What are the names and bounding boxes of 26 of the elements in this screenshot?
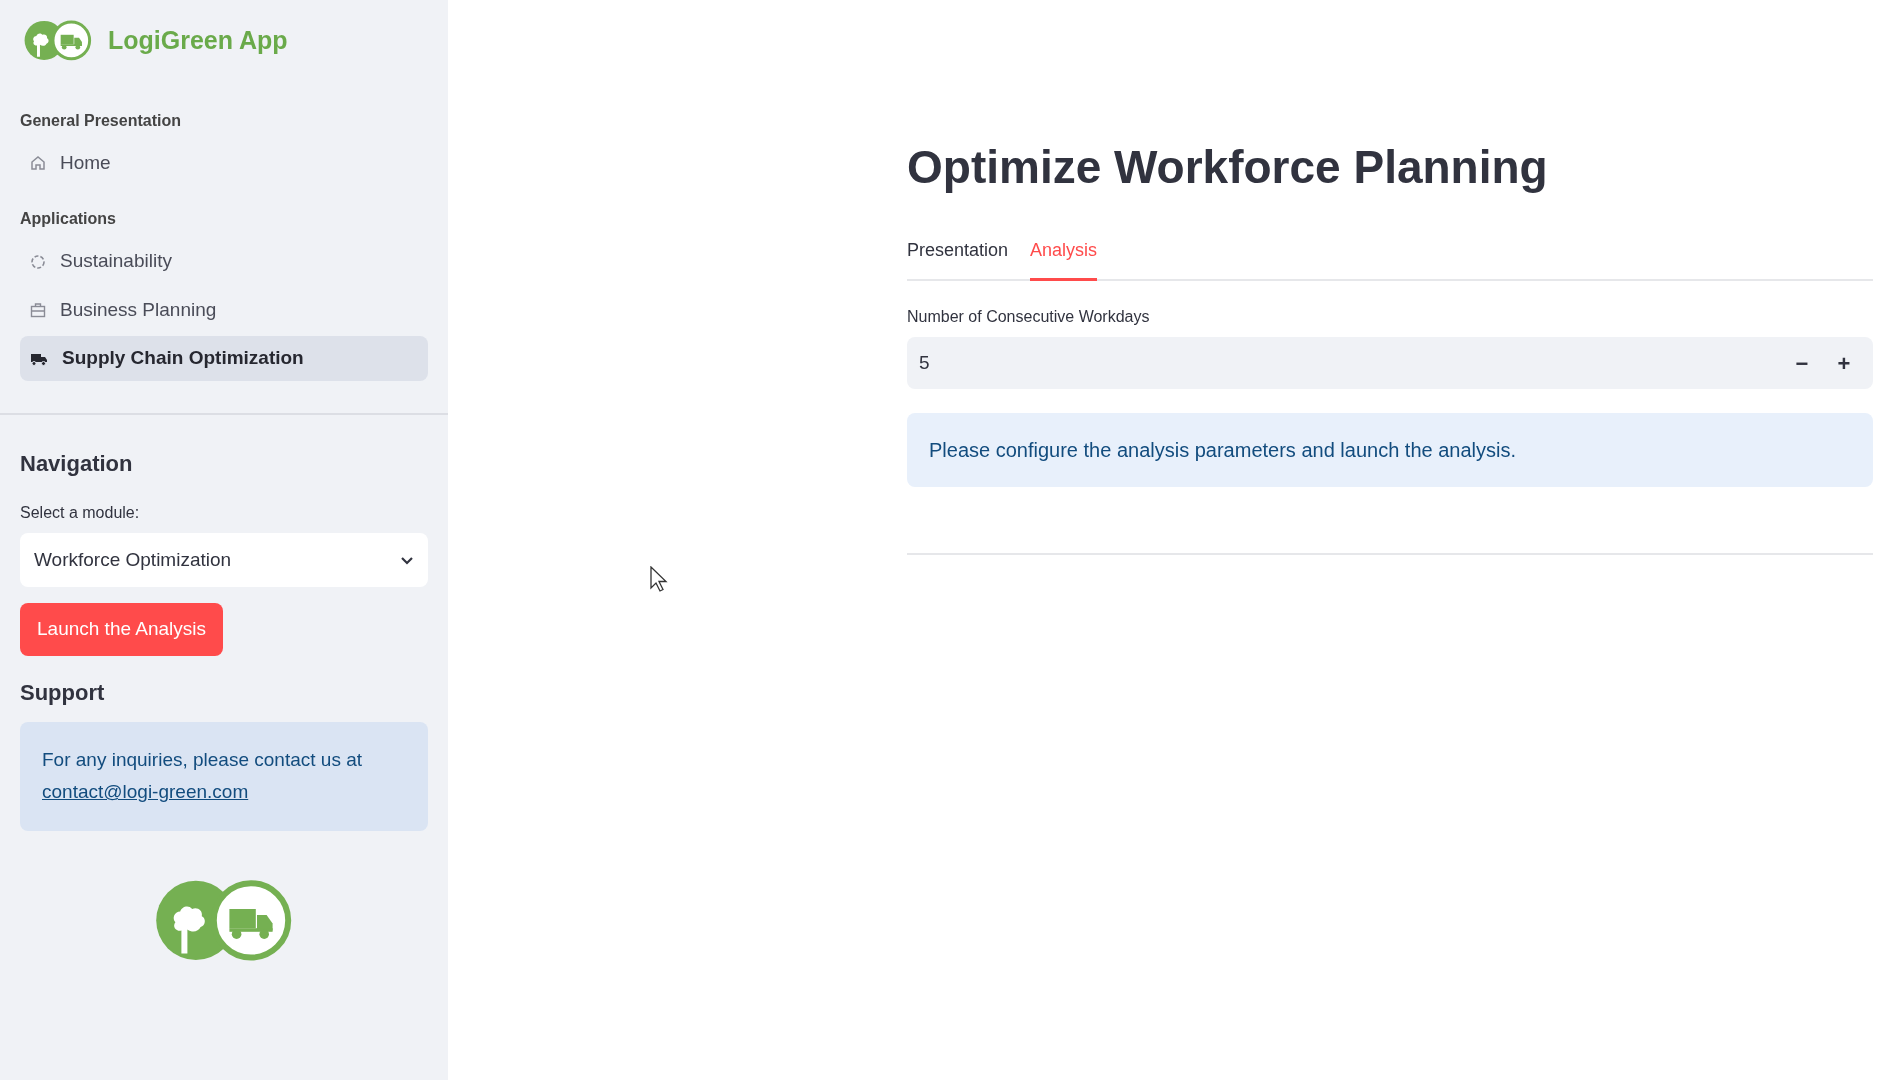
sidebar-item[interactable]: Home bbox=[20, 140, 428, 186]
cursor-icon bbox=[650, 566, 668, 592]
briefcase-icon bbox=[30, 302, 46, 319]
increment-button[interactable]: + bbox=[1823, 345, 1865, 381]
page-title: Optimize Workforce Planning bbox=[907, 140, 1549, 195]
section-heading: Applications bbox=[20, 209, 117, 230]
sidebar-item[interactable]: Sustainability bbox=[20, 239, 428, 284]
number-field[interactable]: 5 − + bbox=[907, 337, 1873, 390]
info-message: Please configure the analysis parameters and launch the analysis. bbox=[907, 413, 1873, 488]
module-select[interactable]: Workforce Optimization bbox=[20, 533, 428, 588]
logo-icon bbox=[24, 20, 92, 61]
section-heading: General Presentation bbox=[20, 110, 182, 131]
sidebar-item[interactable]: Supply Chain Optimization bbox=[20, 336, 428, 381]
chevron-down-icon bbox=[400, 555, 414, 565]
field-label: Number of Consecutive Workdays bbox=[907, 307, 1151, 328]
section-heading: Navigation bbox=[20, 450, 134, 478]
app-title: LogiGreen App bbox=[108, 24, 288, 56]
section-heading: Support bbox=[20, 679, 106, 707]
logo-icon bbox=[155, 878, 293, 962]
email-link[interactable]: contact@logi-green.com bbox=[42, 781, 249, 803]
decrement-button[interactable]: − bbox=[1781, 345, 1823, 381]
home-icon bbox=[30, 155, 46, 172]
support-message: For any inquiries, please contact us at contact@logi-green.com bbox=[20, 722, 428, 831]
sidebar-item[interactable]: Business Planning bbox=[20, 287, 428, 333]
tab[interactable]: Presentation bbox=[907, 237, 1009, 282]
field-label: Select a module: bbox=[20, 503, 141, 524]
